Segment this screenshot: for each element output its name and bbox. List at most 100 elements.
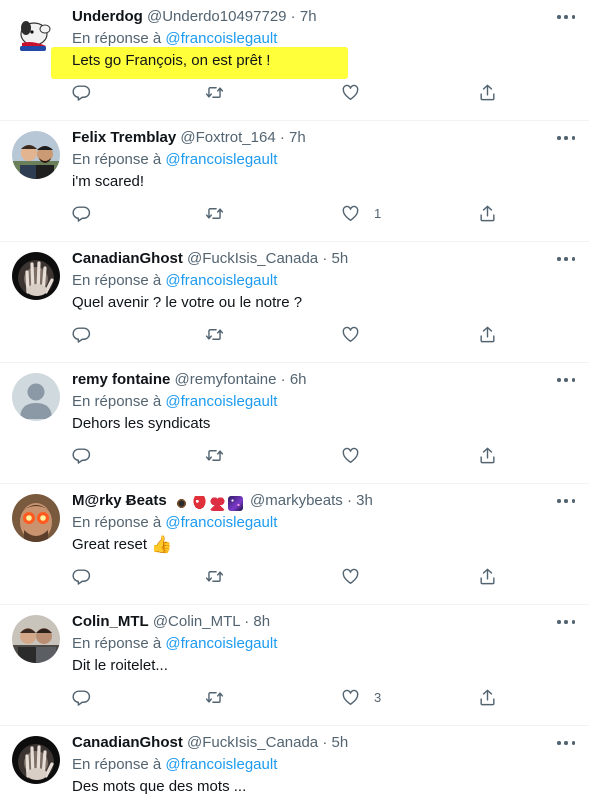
share-button[interactable] — [478, 684, 497, 710]
share-icon — [480, 568, 495, 584]
author-name[interactable]: Felix Tremblay — [72, 129, 176, 146]
avatar[interactable] — [12, 373, 60, 421]
mention-link[interactable]: @francoislegault — [165, 514, 277, 531]
tweet[interactable]: Felix Tremblay @Foxtrot_164 · 7h En répo… — [0, 121, 589, 242]
author-name[interactable]: Colin_MTL — [72, 613, 149, 630]
like-icon — [342, 447, 359, 463]
mention-link[interactable]: @francoislegault — [165, 635, 277, 652]
tweet-header: Colin_MTL @Colin_MTL · 8h — [72, 612, 539, 632]
avatar[interactable] — [12, 131, 60, 179]
tweet-text: Dehors les syndicats — [72, 415, 211, 432]
author-name[interactable]: M@rky Ƀeats — [72, 492, 167, 509]
reply-button[interactable] — [72, 563, 91, 589]
tweet-time[interactable]: 5h — [332, 734, 349, 751]
author-handle[interactable]: @FuckIsis_Canada — [187, 250, 318, 267]
separator: · — [240, 613, 254, 630]
reply-button[interactable] — [72, 442, 91, 468]
share-button[interactable] — [478, 79, 497, 105]
tweet-time[interactable]: 6h — [290, 371, 307, 388]
tweet[interactable]: CanadianGhost @FuckIsis_Canada · 5h En r… — [0, 242, 589, 363]
tweet-time[interactable]: 3h — [356, 492, 373, 509]
tweet-header: CanadianGhost @FuckIsis_Canada · 5h — [72, 733, 539, 753]
like-button[interactable] — [341, 563, 374, 589]
author-handle[interactable]: @remyfontaine — [175, 371, 277, 388]
more-icon[interactable] — [557, 250, 575, 268]
share-button[interactable] — [478, 200, 497, 226]
author-name[interactable]: remy fontaine — [72, 371, 170, 388]
avatar[interactable] — [12, 736, 60, 784]
tweet-actions: 3 — [0, 684, 589, 710]
tweet-time[interactable]: 7h — [300, 8, 317, 25]
tweet[interactable]: M@rky Ƀeats @markybeats · 3h En réponse … — [0, 484, 589, 605]
more-icon[interactable] — [557, 8, 575, 26]
more-icon[interactable] — [557, 371, 575, 389]
more-icon[interactable] — [557, 129, 575, 147]
tweet[interactable]: CanadianGhost @FuckIsis_Canada · 5h En r… — [0, 726, 589, 799]
reply-prefix: En réponse à — [72, 393, 162, 410]
share-button[interactable] — [478, 321, 497, 347]
reply-button[interactable] — [72, 200, 91, 226]
share-icon — [480, 84, 495, 100]
more-icon[interactable] — [557, 613, 575, 631]
tweet-header: Felix Tremblay @Foxtrot_164 · 7h — [72, 128, 539, 148]
share-button[interactable] — [478, 563, 497, 589]
tweet[interactable]: Colin_MTL @Colin_MTL · 8h En réponse à @… — [0, 605, 589, 726]
like-button[interactable] — [341, 442, 374, 468]
author-handle[interactable]: @Foxtrot_164 — [180, 129, 275, 146]
like-button[interactable]: 3 — [341, 684, 381, 710]
mention-link[interactable]: @francoislegault — [165, 272, 277, 289]
separator: · — [318, 250, 332, 267]
retweet-icon — [205, 86, 224, 98]
like-icon — [342, 568, 359, 584]
mention-link[interactable]: @francoislegault — [165, 30, 277, 47]
tweet-header: CanadianGhost @FuckIsis_Canada · 5h — [72, 249, 539, 269]
reply-prefix: En réponse à — [72, 151, 162, 168]
author-handle[interactable]: @Underdo10497729 — [147, 8, 287, 25]
like-button[interactable] — [341, 321, 374, 347]
tweet-time[interactable]: 7h — [289, 129, 306, 146]
tweet-time[interactable]: 5h — [332, 250, 349, 267]
tweet[interactable]: remy fontaine @remyfontaine · 6h En répo… — [0, 363, 589, 484]
tweet[interactable]: Underdog @Underdo10497729 · 7h En répons… — [0, 0, 589, 121]
like-icon — [342, 326, 359, 342]
author-handle[interactable]: @Colin_MTL — [153, 613, 240, 630]
share-icon — [480, 689, 495, 705]
reply-icon — [72, 205, 91, 222]
reply-prefix: En réponse à — [72, 30, 162, 47]
mushroom-emoji — [191, 495, 207, 511]
mention-link[interactable]: @francoislegault — [165, 756, 277, 773]
more-icon[interactable] — [557, 734, 575, 752]
avatar[interactable] — [12, 615, 60, 663]
author-handle[interactable]: @FuckIsis_Canada — [187, 734, 318, 751]
more-icon[interactable] — [557, 492, 575, 510]
author-name[interactable]: CanadianGhost — [72, 250, 183, 267]
author-name[interactable]: CanadianGhost — [72, 734, 183, 751]
tweet-actions — [0, 563, 589, 589]
retweet-button[interactable] — [205, 442, 224, 468]
retweet-button[interactable] — [205, 321, 224, 347]
like-button[interactable] — [341, 79, 374, 105]
like-button[interactable]: 1 — [341, 200, 381, 226]
tweet-text: Quel avenir ? le votre ou le notre ? — [72, 294, 303, 311]
avatar[interactable] — [12, 252, 60, 300]
retweet-button[interactable] — [205, 563, 224, 589]
avatar[interactable] — [12, 494, 60, 542]
reply-button[interactable] — [72, 684, 91, 710]
share-button[interactable] — [478, 442, 497, 468]
like-icon — [342, 689, 359, 705]
retweet-icon — [205, 449, 224, 461]
mention-link[interactable]: @francoislegault — [165, 151, 277, 168]
mention-link[interactable]: @francoislegault — [165, 393, 277, 410]
retweet-button[interactable] — [205, 684, 224, 710]
share-icon — [480, 447, 495, 463]
reply-button[interactable] — [72, 79, 91, 105]
author-handle[interactable]: @markybeats — [250, 492, 343, 509]
tweet-header: Underdog @Underdo10497729 · 7h — [72, 7, 539, 27]
reply-button[interactable] — [72, 321, 91, 347]
retweet-button[interactable] — [205, 79, 224, 105]
tweet-text: Dit le roitelet... — [72, 657, 168, 674]
tweet-text: Great reset — [72, 536, 148, 553]
retweet-button[interactable] — [205, 200, 224, 226]
author-name[interactable]: Underdog — [72, 8, 143, 25]
tweet-time[interactable]: 8h — [253, 613, 270, 630]
